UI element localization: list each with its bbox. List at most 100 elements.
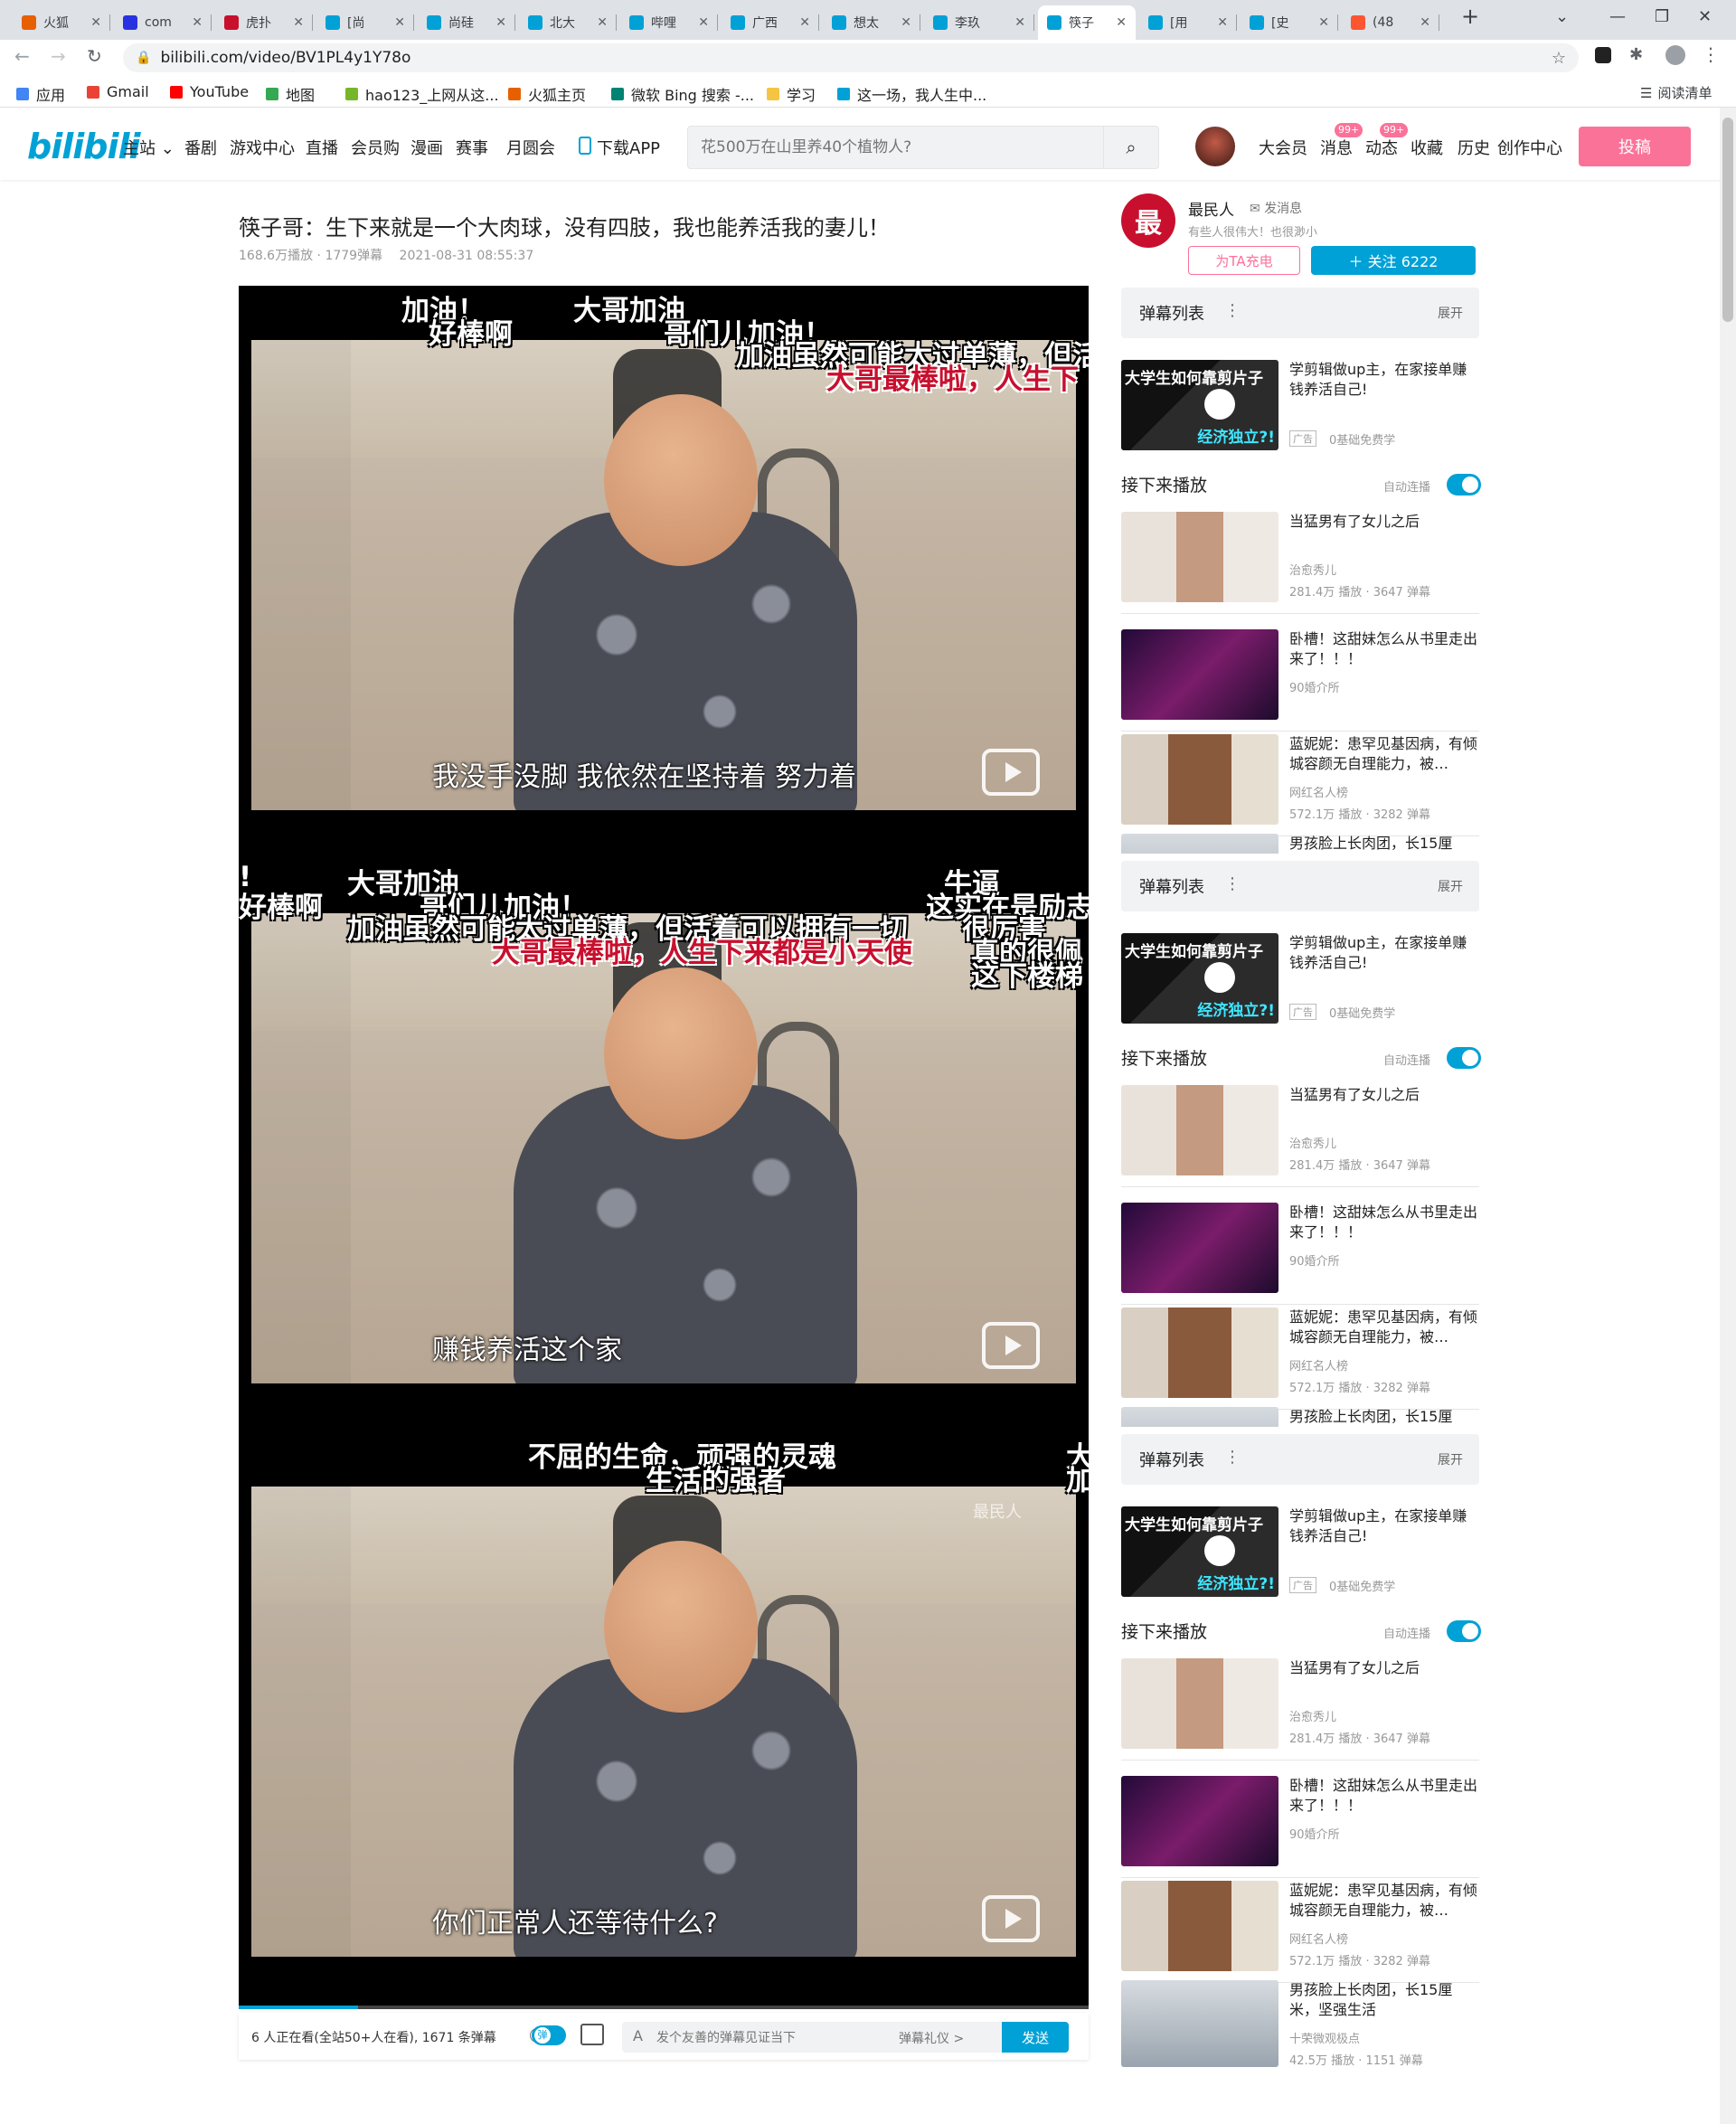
address-bar[interactable]: 🔒 bilibili.com/video/BV1PL4y1Y78o ☆: [123, 43, 1579, 72]
uploader-name[interactable]: 治愈秀儿: [1289, 561, 1336, 578]
browser-tab[interactable]: 哔哩 ✕: [620, 5, 718, 40]
uploader-name[interactable]: 治愈秀儿: [1289, 1707, 1336, 1724]
browser-tab[interactable]: [用 ✕: [1139, 5, 1237, 40]
close-window-icon[interactable]: ✕: [1698, 7, 1712, 26]
scrollbar-thumb[interactable]: [1722, 118, 1733, 322]
nav-item[interactable]: 赛事: [456, 136, 488, 159]
nav-item[interactable]: 游戏中心: [230, 136, 295, 159]
search-icon[interactable]: ⌕: [1103, 127, 1158, 168]
tab-close-icon[interactable]: ✕: [90, 15, 101, 30]
ad-thumbnail[interactable]: 大学生如何靠剪片子 经济独立?!: [1121, 1506, 1278, 1597]
video-title[interactable]: 当猛男有了女儿之后: [1289, 1085, 1479, 1105]
danmaku-input[interactable]: [655, 2027, 866, 2049]
bookmark-item[interactable]: 地图: [266, 83, 315, 105]
recommended-video[interactable]: 男孩脸上长肉团，长15厘: [1121, 834, 1479, 854]
browser-tab[interactable]: 尚硅 ✕: [418, 5, 515, 40]
header-link[interactable]: 消息: [1320, 136, 1353, 159]
recommended-video[interactable]: 卧槽！这甜妹怎么从书里走出来了！！！ 90婚介所: [1121, 629, 1479, 720]
autoplay-toggle[interactable]: [1447, 1620, 1481, 1642]
tab-close-icon[interactable]: ✕: [1318, 15, 1329, 30]
tab-close-icon[interactable]: ✕: [1116, 15, 1127, 30]
video-title[interactable]: 蓝妮妮：患罕见基因病，有倾城容颜无自理能力，被…: [1289, 734, 1479, 774]
video-thumbnail[interactable]: [1121, 1980, 1278, 2067]
progress-bar[interactable]: [239, 2006, 1089, 2009]
bookmark-item[interactable]: 学习: [767, 83, 816, 105]
browser-tab[interactable]: com ✕: [114, 5, 212, 40]
danmaku-list-panel[interactable]: 弹幕列表 ⋮ 展开: [1121, 1434, 1479, 1485]
tab-close-icon[interactable]: ✕: [698, 15, 709, 30]
browser-tab[interactable]: 筷子 ✕: [1038, 5, 1136, 40]
nav-item[interactable]: 月圆会: [506, 136, 555, 159]
bookmark-item[interactable]: Gmail: [87, 83, 149, 100]
ad-thumbnail[interactable]: 大学生如何靠剪片子 经济独立?!: [1121, 933, 1278, 1024]
back-icon[interactable]: ←: [14, 45, 30, 67]
danmaku-input-box[interactable]: A 弹幕礼仪 >: [622, 2022, 1002, 2053]
video-title[interactable]: 男孩脸上长肉团，长15厘: [1289, 1407, 1479, 1427]
bookmark-item[interactable]: YouTube: [170, 83, 249, 100]
ad-thumbnail[interactable]: 大学生如何靠剪片子 经济独立?!: [1121, 360, 1278, 450]
play-overlay-icon[interactable]: [982, 1895, 1040, 1942]
send-message[interactable]: ✉ 发消息: [1250, 199, 1302, 217]
autoplay-toggle[interactable]: [1447, 1047, 1481, 1069]
uploader-avatar[interactable]: 最: [1121, 194, 1175, 248]
nav-item[interactable]: 主站 ⌄: [123, 136, 175, 159]
danmaku-list-panel[interactable]: 弹幕列表 ⋮ 展开: [1121, 288, 1479, 338]
browser-tab[interactable]: 想太 ✕: [823, 5, 920, 40]
video-thumbnail[interactable]: [1121, 1203, 1278, 1293]
play-overlay-icon[interactable]: [982, 1322, 1040, 1369]
font-style-icon[interactable]: A: [633, 2027, 643, 2044]
danmaku-toggle[interactable]: 弹: [532, 2025, 566, 2045]
browser-tab[interactable]: 北大 ✕: [519, 5, 617, 40]
upload-button[interactable]: 投稿: [1579, 127, 1691, 166]
expand-link[interactable]: 展开: [1438, 877, 1463, 895]
uploader-name[interactable]: 网红名人榜: [1289, 1356, 1348, 1374]
uploader-name[interactable]: 十荣微观极点: [1289, 2029, 1360, 2046]
new-tab-button[interactable]: +: [1461, 4, 1479, 29]
video-title[interactable]: 当猛男有了女儿之后: [1289, 1658, 1479, 1678]
ad-card[interactable]: 大学生如何靠剪片子 经济独立?! 学剪辑做up主，在家接单赚钱养活自己! 广告 0基础免…: [1121, 360, 1479, 450]
bookmark-item[interactable]: 火狐主页: [508, 83, 586, 105]
page-scrollbar[interactable]: [1720, 108, 1736, 2124]
video-title[interactable]: 卧槽！这甜妹怎么从书里走出来了！！！: [1289, 1203, 1479, 1242]
tab-close-icon[interactable]: ✕: [597, 15, 608, 30]
uploader-name[interactable]: 治愈秀儿: [1289, 1134, 1336, 1151]
more-vert-icon[interactable]: ⋮: [1224, 874, 1241, 893]
uploader-name[interactable]: 90婚介所: [1289, 1251, 1340, 1269]
header-link[interactable]: 历史: [1458, 136, 1490, 159]
video-title[interactable]: 蓝妮妮：患罕见基因病，有倾城容颜无自理能力，被…: [1289, 1881, 1479, 1921]
play-overlay-icon[interactable]: [982, 749, 1040, 796]
bookmark-item[interactable]: 应用: [16, 83, 65, 105]
browser-tab[interactable]: 李玖 ✕: [924, 5, 1034, 40]
recommended-video[interactable]: 当猛男有了女儿之后 治愈秀儿 281.4万 播放 · 3647 弹幕: [1121, 1085, 1479, 1175]
tab-close-icon[interactable]: ✕: [901, 15, 911, 30]
search-input[interactable]: [699, 134, 1100, 161]
search-bar[interactable]: ⌕: [687, 126, 1159, 169]
uploader-name[interactable]: 最民人: [1188, 197, 1234, 220]
ad-title[interactable]: 学剪辑做up主，在家接单赚钱养活自己!: [1289, 1506, 1479, 1546]
video-thumbnail[interactable]: [1121, 1881, 1278, 1971]
video-thumbnail[interactable]: [1121, 1407, 1278, 1427]
recommended-video[interactable]: 当猛男有了女儿之后 治愈秀儿 281.4万 播放 · 3647 弹幕: [1121, 512, 1479, 602]
browser-tab[interactable]: 广西 ✕: [722, 5, 819, 40]
ad-card[interactable]: 大学生如何靠剪片子 经济独立?! 学剪辑做up主，在家接单赚钱养活自己! 广告 0基础免…: [1121, 933, 1479, 1024]
bookmark-item[interactable]: hao123_上网从这...: [345, 83, 499, 105]
autoplay-toggle[interactable]: [1447, 474, 1481, 496]
nav-item[interactable]: 直播: [306, 136, 338, 159]
browser-tab[interactable]: 火狐 ✕: [13, 5, 110, 40]
ad-title[interactable]: 学剪辑做up主，在家接单赚钱养活自己!: [1289, 933, 1479, 973]
reload-icon[interactable]: ↻: [87, 45, 102, 67]
uploader-name[interactable]: 网红名人榜: [1289, 1930, 1348, 1947]
video-title[interactable]: 男孩脸上长肉团，长15厘米，坚强生活: [1289, 1980, 1479, 2020]
recommended-video[interactable]: 蓝妮妮：患罕见基因病，有倾城容颜无自理能力，被… 网红名人榜 572.1万 播放 ·…: [1121, 734, 1479, 825]
user-avatar[interactable]: [1195, 127, 1235, 166]
video-thumbnail[interactable]: [1121, 734, 1278, 825]
browser-tab[interactable]: (48 ✕: [1342, 5, 1439, 40]
browser-tab[interactable]: [尚 ✕: [316, 5, 414, 40]
danmaku-settings-icon[interactable]: [580, 2024, 604, 2045]
tab-close-icon[interactable]: ✕: [394, 15, 405, 30]
tab-close-icon[interactable]: ✕: [1014, 15, 1025, 30]
forward-icon[interactable]: →: [51, 45, 66, 67]
expand-link[interactable]: 展开: [1438, 1450, 1463, 1468]
more-vert-icon[interactable]: ⋮: [1224, 301, 1241, 320]
recommended-video[interactable]: 男孩脸上长肉团，长15厘: [1121, 1407, 1479, 1427]
